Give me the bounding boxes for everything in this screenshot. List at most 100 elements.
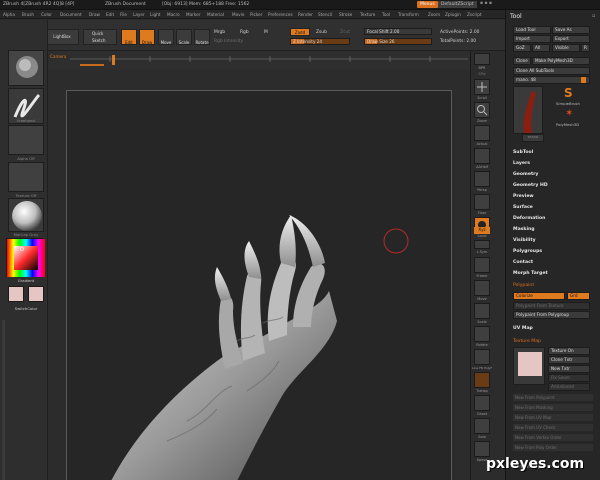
document-canvas[interactable]	[66, 90, 452, 480]
menu-zplugin[interactable]: Zplugin	[445, 12, 461, 17]
menu-transform[interactable]: Transform	[398, 12, 419, 17]
scale-view-button[interactable]	[474, 303, 490, 319]
menu-layer[interactable]: Layer	[133, 12, 145, 17]
clone-all-subtools-button[interactable]: Clone All SubTools	[513, 67, 590, 75]
menu-stroke[interactable]: Stroke	[339, 12, 352, 17]
layers-section[interactable]: Layers	[513, 161, 530, 166]
all-button[interactable]: All	[532, 44, 550, 52]
menu-movie[interactable]: Movie	[232, 12, 244, 17]
m-toggle[interactable]: M	[264, 30, 268, 35]
clone-button[interactable]: Clone	[513, 57, 531, 65]
new-from-masking-button[interactable]: New From Masking	[513, 404, 593, 411]
menu-zoom[interactable]: Zoom	[428, 12, 440, 17]
brush-thumbnail[interactable]	[8, 50, 44, 86]
surface-section[interactable]: Surface	[513, 205, 533, 210]
grd-button[interactable]: Grd	[567, 292, 590, 300]
window-controls-icon[interactable]: ▪ ▪ ▪	[480, 1, 492, 6]
tool-palette-header[interactable]: Tool	[510, 13, 522, 20]
new-from-uv-check-button[interactable]: New From UV Check	[513, 424, 593, 431]
zadd-button[interactable]: Zadd	[290, 28, 310, 36]
menu-edit[interactable]: Edit	[106, 12, 114, 17]
texture-map-thumbnail[interactable]	[513, 347, 545, 385]
make-polymesh-button[interactable]: Make PolyMesh3D	[532, 57, 590, 65]
geometry-section[interactable]: Geometry	[513, 172, 538, 177]
fix-seam-button[interactable]: Fix Seam	[548, 374, 590, 382]
move-button[interactable]: Move	[158, 29, 174, 45]
zoom-button[interactable]	[474, 102, 490, 118]
color-picker[interactable]	[6, 238, 45, 277]
xyz-button[interactable]: Xyz	[474, 227, 490, 234]
lsym-button[interactable]	[474, 240, 490, 249]
actual-button[interactable]	[474, 125, 490, 141]
menu-tool[interactable]: Tool	[382, 12, 390, 17]
clone-txtr-button[interactable]: Clone Txtr	[548, 356, 590, 364]
visible-button[interactable]: Visible	[552, 44, 580, 52]
menu-render[interactable]: Render	[298, 12, 313, 17]
rotate-button[interactable]: Rotate	[194, 29, 210, 45]
scale-button[interactable]: Scale	[176, 29, 192, 45]
polygroups-section[interactable]: Polygroups	[513, 249, 542, 254]
menu-zscript[interactable]: Zscript	[467, 12, 482, 17]
masking-section[interactable]: Masking	[513, 227, 535, 232]
z-intensity-slider[interactable]: Z Intensity 24	[290, 38, 350, 45]
menu-material[interactable]: Material	[207, 12, 224, 17]
menu-stencil[interactable]: Stencil	[318, 12, 332, 17]
antialiased-button[interactable]: Antialiased	[548, 383, 590, 391]
geometry-hd-section[interactable]: Geometry HD	[513, 183, 548, 188]
secondary-color-swatch[interactable]	[28, 286, 44, 302]
menu-picker[interactable]: Picker	[250, 12, 262, 17]
menu-preferences[interactable]: Preferences	[268, 12, 293, 17]
menu-marker[interactable]: Marker	[186, 12, 200, 17]
zcut-button[interactable]: Zcut	[340, 30, 350, 35]
preview-section[interactable]: Preview	[513, 194, 534, 199]
menus-button[interactable]: Menus	[417, 1, 438, 8]
bpr-button[interactable]	[474, 53, 490, 65]
mrgb-toggle[interactable]: Mrgb	[214, 30, 225, 35]
material-thumbnail[interactable]	[8, 198, 44, 232]
edit-button[interactable]: Edit	[121, 29, 137, 45]
uv-map-section[interactable]: UV Map	[513, 326, 533, 331]
new-from-poly-order-button[interactable]: New From Poly Order	[513, 444, 593, 451]
camera-timeline[interactable]: Camera	[48, 51, 470, 69]
focal-shift-slider[interactable]: Focal Shift 2.00	[364, 28, 432, 35]
quick-sketch-button[interactable]: Quick Sketch	[83, 29, 117, 45]
menu-texture[interactable]: Texture	[360, 12, 375, 17]
new-from-uv-map-button[interactable]: New From UV Map	[513, 414, 593, 421]
frame-button[interactable]	[474, 257, 490, 273]
current-tool-thumbnail[interactable]	[513, 86, 543, 134]
export-button[interactable]: Export	[552, 35, 590, 43]
polypaint-from-texture-button[interactable]: Polypaint From Texture	[513, 302, 590, 310]
texture-on-button[interactable]: Texture On	[548, 347, 590, 355]
menu-brush[interactable]: Brush	[22, 12, 34, 17]
contact-section[interactable]: Contact	[513, 260, 533, 265]
palette-close-icon[interactable]: ▫	[592, 13, 595, 19]
menu-light[interactable]: Light	[150, 12, 160, 17]
menu-alpha[interactable]: Alpha	[3, 12, 15, 17]
polypaint-section[interactable]: Polypaint	[513, 283, 534, 288]
save-as-button[interactable]: Save As	[552, 26, 590, 34]
subtool-section[interactable]: SubTool	[513, 150, 533, 155]
switch-color-button[interactable]: SwitchColor	[6, 306, 46, 311]
menu-file[interactable]: File	[120, 12, 127, 17]
simplebrush-thumbnail[interactable]: S SimpleBrush	[552, 86, 590, 108]
draw-size-slider[interactable]: Draw Size 26	[364, 38, 432, 45]
load-tool-button[interactable]: Load Tool	[513, 26, 551, 34]
morph-target-section[interactable]: Morph Target	[513, 271, 548, 276]
xpose-button[interactable]	[474, 441, 490, 457]
menu-document[interactable]: Document	[60, 12, 82, 17]
left-shelf-scrollbar[interactable]	[2, 320, 5, 480]
new-from-polypaint-button[interactable]: New From Polypaint	[513, 394, 593, 401]
tool-name-slider[interactable]: mano. 48	[513, 76, 590, 84]
texture-thumbnail[interactable]	[8, 162, 44, 192]
polymesh3d-thumbnail[interactable]: ✶ PolyMesh3D	[552, 108, 590, 130]
timeline-track[interactable]	[70, 54, 468, 68]
polypaint-from-polygroup-button[interactable]: Polypaint From Polygroup	[513, 311, 590, 319]
rgb-intensity-slider[interactable]: Rgb Intensity	[214, 39, 243, 44]
main-color-swatch[interactable]	[8, 286, 24, 302]
menu-macro[interactable]: Macro	[167, 12, 180, 17]
goz-button[interactable]: GoZ	[513, 44, 531, 52]
solo-button[interactable]	[474, 418, 490, 434]
deformation-section[interactable]: Deformation	[513, 216, 545, 221]
scroll-button[interactable]	[474, 79, 490, 95]
menu-draw[interactable]: Draw	[89, 12, 100, 17]
